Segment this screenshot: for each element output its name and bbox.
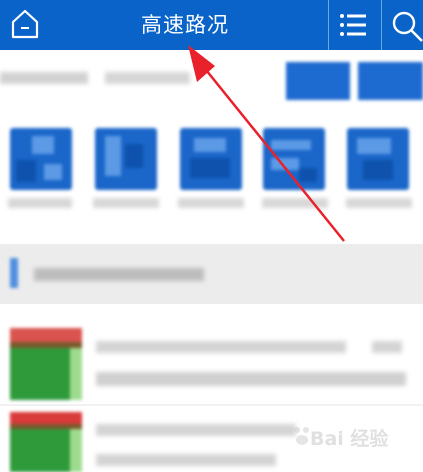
blurred-text (96, 341, 346, 353)
row-divider (0, 404, 423, 406)
tile-caption (93, 198, 159, 208)
section-marker (10, 258, 18, 288)
list-thumbnail (10, 412, 82, 472)
header-separator (328, 0, 329, 50)
tile-caption (178, 198, 244, 208)
blurred-text (372, 341, 402, 353)
tile-caption (346, 198, 412, 208)
blurred-button[interactable] (286, 62, 350, 100)
blurred-text (105, 72, 190, 84)
nav-tile[interactable] (347, 128, 409, 190)
watermark-text: Bai 经验 (310, 428, 389, 450)
page-title: 高速路况 (141, 13, 229, 37)
tile-caption (8, 198, 72, 208)
nav-tile[interactable] (95, 128, 157, 190)
blurred-text (96, 372, 406, 386)
nav-tile[interactable] (263, 128, 325, 190)
list-thumbnail (10, 328, 82, 400)
watermark: Bai 经验 (292, 418, 417, 458)
nav-tile[interactable] (180, 128, 242, 190)
blurred-button[interactable] (358, 62, 423, 100)
blurred-text (96, 424, 296, 436)
search-icon[interactable] (390, 9, 423, 42)
blurred-text (34, 268, 204, 281)
nav-tile[interactable] (10, 128, 72, 190)
paw-icon (294, 427, 309, 445)
list-menu-icon[interactable] (338, 11, 368, 39)
blurred-text (96, 454, 276, 466)
header-separator (381, 0, 382, 50)
blurred-text (0, 72, 88, 84)
app-header: 高速路况 (0, 0, 423, 50)
tile-caption (262, 198, 328, 208)
home-icon[interactable] (8, 7, 42, 41)
